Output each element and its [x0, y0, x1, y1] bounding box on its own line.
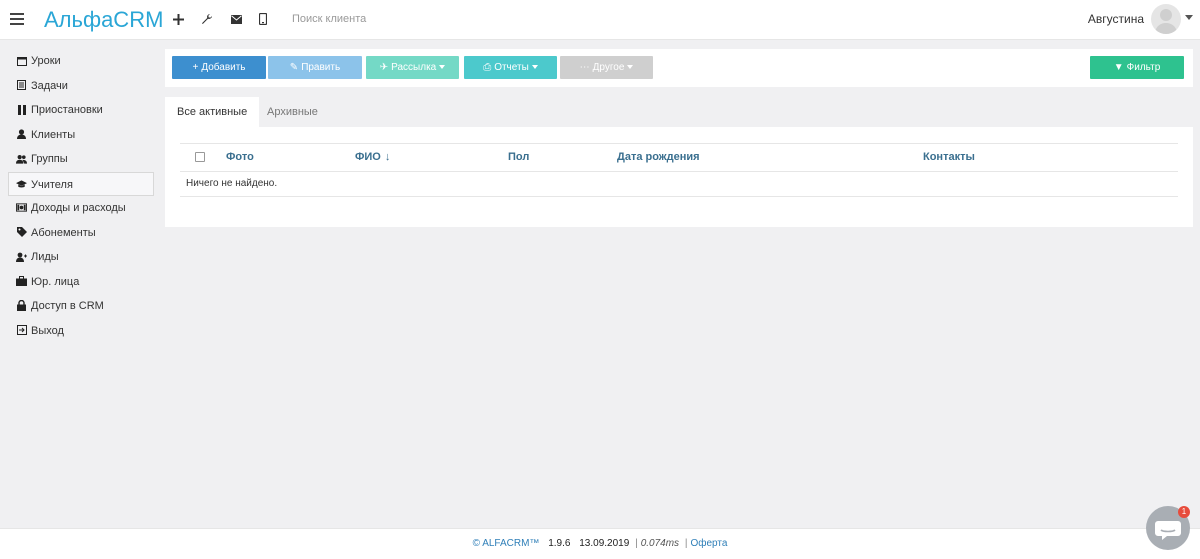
column-gender[interactable]: Пол — [508, 151, 529, 163]
sidebar-item-pauses[interactable]: Приостановки — [0, 98, 160, 123]
sidebar-item-groups[interactable]: Группы — [0, 147, 160, 172]
caret-down-icon — [531, 65, 538, 70]
other-button-label: Другое — [592, 62, 625, 73]
caret-down-icon — [439, 65, 446, 70]
reports-button-label: Отчеты — [494, 62, 529, 73]
empty-message: Ничего не найдено. — [180, 172, 1178, 197]
sidebar-item-legal-entities[interactable]: Юр. лица — [0, 270, 160, 295]
chat-badge: 1 — [1178, 506, 1190, 518]
menu-icon[interactable] — [10, 13, 24, 25]
app-logo[interactable]: АльфаCRM — [44, 7, 163, 33]
add-button[interactable]: + Добавить — [172, 56, 266, 79]
reports-button[interactable]: ⎙ Отчеты — [464, 56, 557, 79]
sidebar-item-label: Лиды — [31, 251, 59, 264]
table-header: Фото ФИО ↓ Пол Дата рождения Контакты — [180, 143, 1178, 172]
mobile-icon[interactable] — [255, 11, 271, 27]
filter-icon: ▼ — [1113, 62, 1124, 73]
lock-icon — [16, 300, 27, 312]
user-name[interactable]: Августина — [1088, 12, 1144, 26]
tab-all-active[interactable]: Все активные — [165, 97, 260, 127]
avatar[interactable] — [1151, 4, 1181, 34]
send-icon: ✈ — [379, 62, 389, 73]
plus-icon[interactable] — [170, 11, 186, 27]
wrench-icon[interactable] — [199, 11, 215, 27]
sidebar-item-teachers[interactable]: Учителя — [8, 171, 154, 196]
filter-button-label: Фильтр — [1126, 62, 1161, 73]
sidebar-item-label: Приостановки — [31, 104, 103, 117]
chevron-down-icon[interactable] — [1185, 15, 1193, 20]
sidebar-item-finance[interactable]: Доходы и расходы — [0, 196, 160, 221]
sidebar-item-label: Абонементы — [31, 226, 96, 239]
search-input[interactable] — [286, 9, 518, 29]
sidebar-item-label: Учителя — [31, 178, 73, 191]
toolbar: + Добавить ✎ Править ✈ Рассылка ⎙ Отчеты ⋯ Др… — [165, 49, 1193, 87]
sidebar-item-label: Юр. лица — [31, 275, 80, 288]
pencil-icon: ✎ — [289, 62, 299, 73]
sidebar-item-label: Доходы и расходы — [31, 201, 126, 214]
ellipsis-icon: ⋯ — [579, 62, 590, 73]
user-plus-icon — [16, 251, 27, 262]
tag-icon — [16, 227, 27, 238]
sidebar-item-leads[interactable]: Лиды — [0, 245, 160, 270]
sidebar-item-label: Клиенты — [31, 128, 76, 141]
sidebar-item-clients[interactable]: Клиенты — [0, 123, 160, 148]
column-birthdate[interactable]: Дата рождения — [617, 151, 700, 163]
content-panel: Все активные Архивные Фото ФИО ↓ Пол Дата… — [165, 93, 1193, 227]
sidebar-item-access[interactable]: Доступ в CRM — [0, 294, 160, 319]
mailing-button[interactable]: ✈ Рассылка — [366, 56, 459, 79]
teachers-table: Фото ФИО ↓ Пол Дата рождения Контакты Нич… — [180, 143, 1178, 197]
task-list-icon — [16, 80, 27, 91]
footer-offer-link[interactable]: Оферта — [690, 538, 727, 549]
column-photo[interactable]: Фото — [226, 151, 254, 163]
pause-icon — [16, 104, 27, 115]
add-button-label: Добавить — [201, 62, 246, 73]
sidebar-item-lessons[interactable]: Уроки — [0, 49, 160, 74]
other-button[interactable]: ⋯ Другое — [560, 56, 653, 79]
plus-icon: + — [192, 62, 199, 73]
money-icon — [16, 202, 27, 213]
footer-version: 1.9.6 — [548, 538, 571, 549]
column-name[interactable]: ФИО ↓ — [355, 151, 390, 163]
tabs: Все активные Архивные — [165, 93, 1193, 127]
column-contacts[interactable]: Контакты — [923, 151, 975, 163]
edit-button-label: Править — [301, 62, 341, 73]
sidebar-item-tasks[interactable]: Задачи — [0, 74, 160, 99]
calendar-icon — [16, 55, 27, 66]
footer: © ALFACRM™ 1.9.6 13.09.2019 | 0.074ms | Оф… — [0, 528, 1200, 559]
print-icon: ⎙ — [483, 62, 492, 73]
column-name-label: ФИО — [355, 151, 381, 163]
filter-button[interactable]: ▼ Фильтр — [1090, 56, 1184, 79]
sidebar-item-label: Выход — [31, 324, 64, 337]
footer-date: 13.09.2019 — [579, 538, 630, 549]
sort-arrow-icon: ↓ — [384, 151, 391, 163]
select-all-checkbox[interactable] — [195, 152, 205, 162]
tab-archived[interactable]: Архивные — [255, 97, 330, 127]
footer-brand[interactable]: © ALFACRM™ — [473, 538, 540, 549]
footer-timing: 0.074ms — [640, 538, 680, 549]
top-bar: АльфаCRM Августина — [0, 0, 1200, 40]
graduation-cap-icon — [16, 179, 27, 190]
caret-down-icon — [627, 65, 634, 70]
envelope-icon[interactable] — [228, 11, 244, 27]
sidebar-item-label: Уроки — [31, 55, 61, 67]
footer-separator: | — [684, 538, 688, 549]
briefcase-icon — [16, 276, 27, 287]
user-icon — [16, 129, 27, 140]
footer-separator: | — [635, 538, 638, 549]
sidebar-item-logout[interactable]: Выход — [0, 319, 160, 344]
mailing-button-label: Рассылка — [391, 62, 437, 73]
edit-button[interactable]: ✎ Править — [268, 56, 362, 79]
sidebar-item-label: Группы — [31, 153, 68, 166]
sidebar-item-label: Доступ в CRM — [31, 300, 104, 313]
sidebar-item-label: Задачи — [31, 79, 68, 92]
sign-out-icon — [16, 325, 27, 336]
sidebar-item-subscriptions[interactable]: Абонементы — [0, 221, 160, 246]
users-icon — [16, 153, 27, 164]
sidebar: Уроки Задачи Приостановки Клиенты Группы… — [0, 49, 160, 344]
